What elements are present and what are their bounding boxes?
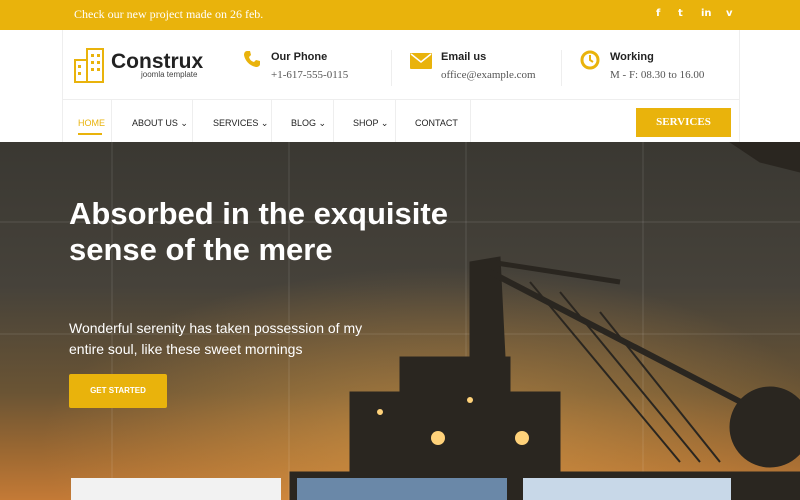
nav-blog-label: BLOG: [291, 118, 317, 128]
announcement-text: Check our new project made on 26 feb.: [74, 7, 264, 21]
clock-icon: [580, 50, 600, 70]
top-bar: Check our new project made on 26 feb. f …: [0, 0, 800, 30]
nav-contact[interactable]: CONTACT: [415, 118, 458, 128]
feature-card-image[interactable]: [297, 478, 507, 500]
nav-divider: [470, 100, 471, 142]
hero-subtitle: Wonderful serenity has taken possession …: [69, 320, 363, 357]
get-started-button[interactable]: GET STARTED: [69, 374, 167, 408]
chevron-down-icon: ⌄: [380, 118, 389, 128]
vimeo-icon[interactable]: v: [726, 8, 733, 19]
divider: [391, 50, 392, 86]
nav-about-us[interactable]: ABOUT US ⌄: [132, 118, 188, 129]
brand-tagline: joomla template: [141, 70, 198, 79]
working-value: M - F: 08.30 to 16.00: [610, 69, 705, 81]
linkedin-icon[interactable]: in: [701, 8, 712, 19]
phone-icon: [244, 51, 260, 67]
twitter-icon[interactable]: t: [678, 8, 683, 19]
chevron-down-icon: ⌄: [180, 118, 188, 128]
nav-divider: [395, 100, 396, 142]
hero-title: Absorbed in the exquisite sense of the m…: [69, 196, 448, 267]
chevron-down-icon: ⌄: [318, 118, 327, 128]
email-title: Email us: [441, 51, 487, 63]
nav-shop-label: SHOP: [353, 118, 379, 128]
feature-card-image[interactable]: [523, 478, 731, 500]
nav-divider: [111, 100, 112, 142]
divider: [561, 50, 562, 86]
nav-shop[interactable]: SHOP ⌄: [353, 118, 388, 129]
nav-divider: [333, 100, 334, 142]
header-info-row: Construx joomla template Our Phone +1-61…: [63, 30, 739, 100]
services-button[interactable]: SERVICES: [636, 108, 731, 137]
nav-divider: [192, 100, 193, 142]
active-nav-indicator: [78, 133, 102, 135]
working-title: Working: [610, 51, 654, 63]
nav-about-us-label: ABOUT US: [132, 118, 178, 128]
nav-services-label: SERVICES: [213, 118, 259, 128]
phone-value: +1-617-555-0115: [271, 69, 349, 81]
chevron-down-icon: ⌄: [260, 118, 269, 128]
nav-divider: [271, 100, 272, 142]
email-value: office@example.com: [441, 69, 536, 81]
nav-blog[interactable]: BLOG ⌄: [291, 118, 326, 129]
facebook-icon[interactable]: f: [656, 8, 660, 19]
nav-home[interactable]: HOME: [78, 118, 105, 128]
nav-services[interactable]: SERVICES ⌄: [213, 118, 268, 129]
hero-banner: Absorbed in the exquisite sense of the m…: [0, 142, 800, 500]
envelope-icon: [410, 53, 432, 69]
phone-title: Our Phone: [271, 51, 328, 63]
feature-card-image[interactable]: [71, 478, 281, 500]
building-logo-icon[interactable]: [73, 46, 107, 84]
